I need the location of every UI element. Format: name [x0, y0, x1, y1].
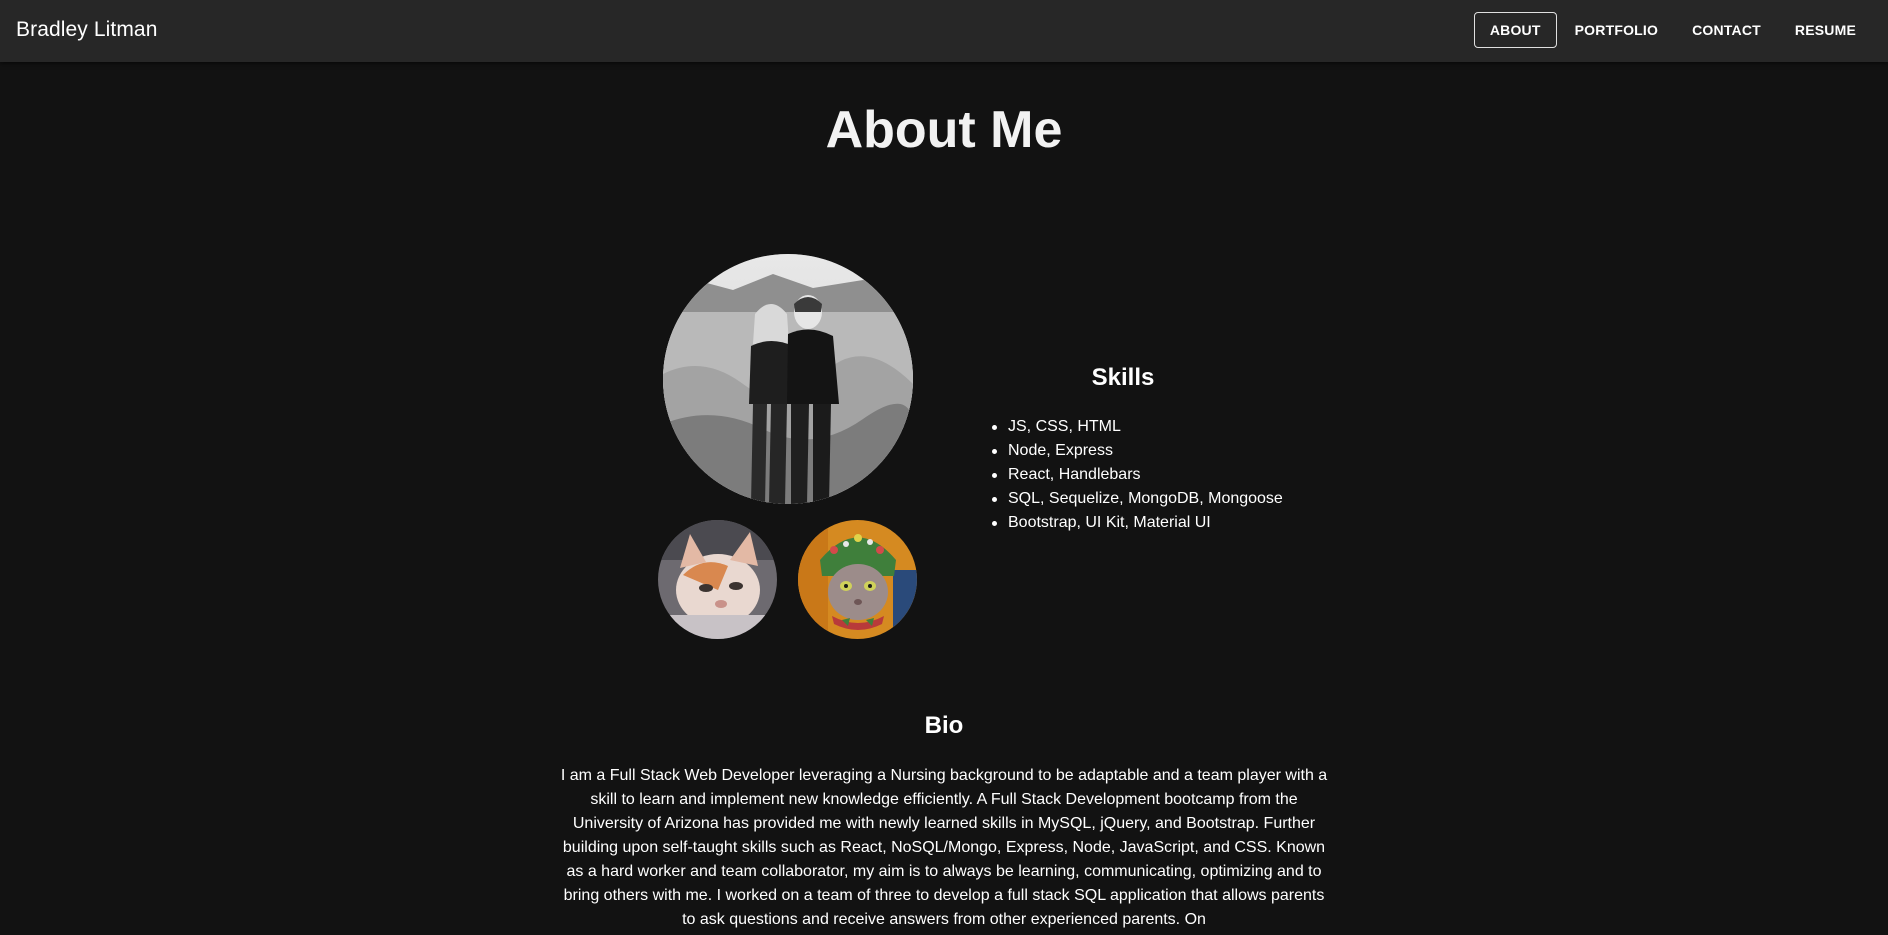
brand-name[interactable]: Bradley Litman: [16, 18, 157, 42]
nav-link-about[interactable]: ABOUT: [1473, 12, 1557, 48]
profile-photo: [663, 254, 913, 504]
page-title: About Me: [825, 101, 1063, 159]
bio-heading: Bio: [924, 712, 964, 739]
skills-list: JS, CSS, HTML Node, Express React, Handl…: [992, 415, 1283, 535]
nav-links: ABOUT PORTFOLIO CONTACT RESUME: [1472, 12, 1872, 48]
skill-item: JS, CSS, HTML: [992, 415, 1283, 439]
skill-item: Node, Express: [992, 439, 1283, 463]
skill-item: React, Handlebars: [992, 463, 1283, 487]
nav-link-contact[interactable]: CONTACT: [1676, 12, 1777, 48]
cat-photo: [658, 520, 777, 639]
skill-item: SQL, Sequelize, MongoDB, Mongoose: [992, 487, 1283, 511]
skill-item: Bootstrap, UI Kit, Material UI: [992, 511, 1283, 535]
top-navbar: Bradley Litman ABOUT PORTFOLIO CONTACT R…: [0, 0, 1888, 62]
nav-link-portfolio[interactable]: PORTFOLIO: [1559, 12, 1674, 48]
bio-paragraph: I am a Full Stack Web Developer leveragi…: [560, 767, 1328, 928]
cat-with-hat-photo: [798, 520, 917, 639]
nav-link-resume[interactable]: RESUME: [1779, 12, 1872, 48]
skills-heading: Skills: [1091, 364, 1155, 391]
